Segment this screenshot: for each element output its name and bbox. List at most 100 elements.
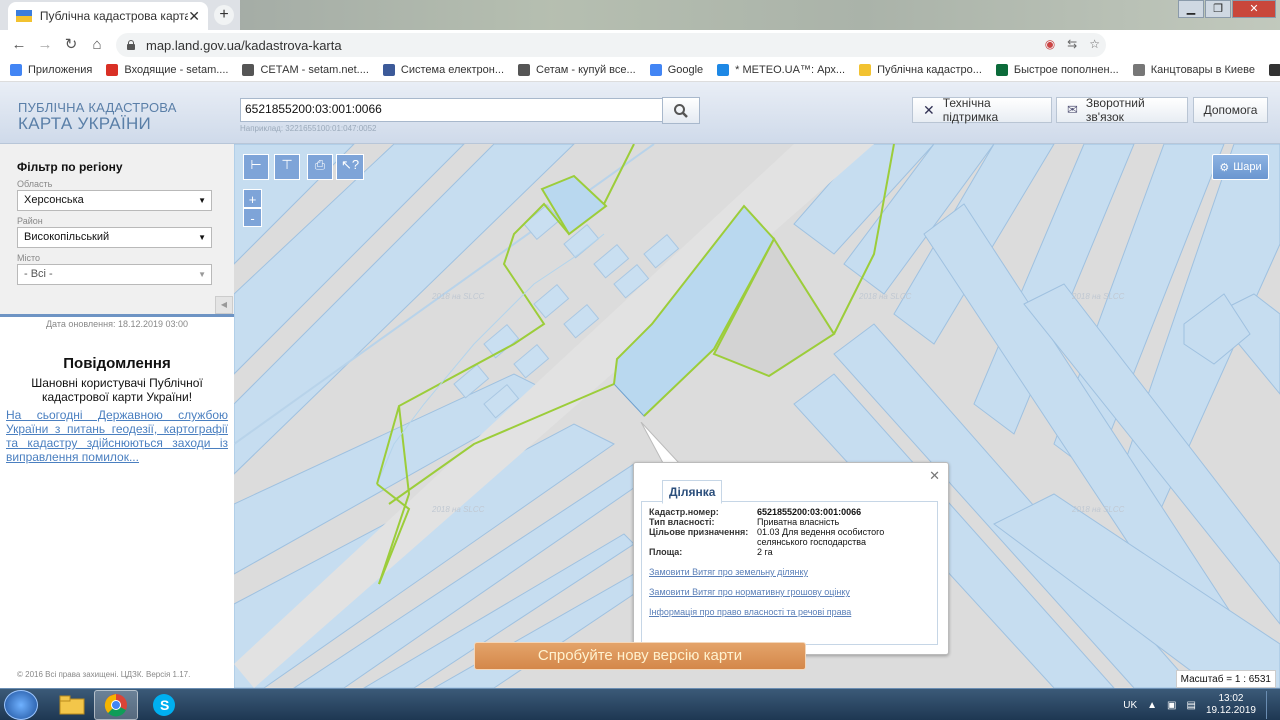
- maximize-button[interactable]: ❐: [1205, 0, 1231, 18]
- bookmark-item[interactable]: Google: [649, 63, 703, 76]
- bookmark-item[interactable]: СЕТАМ - setam.net....: [242, 63, 369, 76]
- chrome-icon[interactable]: [94, 690, 138, 720]
- start-button[interactable]: [4, 690, 38, 720]
- address-bar[interactable]: map.land.gov.ua/kadastrova-karta ◉ ⇆ ☆: [116, 33, 1106, 57]
- district-label: Район: [17, 216, 43, 226]
- tab-strip-background: [240, 0, 1280, 30]
- parcel-row-key: Цільове призначення:: [649, 527, 749, 537]
- parcel-popup: ✕ Ділянка Кадастр.номер: 6521855200:03:00…: [633, 462, 949, 655]
- bookmark-item[interactable]: Сетам - купуй все...: [518, 63, 636, 76]
- info-cursor-icon[interactable]: ↖?: [336, 154, 364, 180]
- ownership-info-link[interactable]: Інформація про право власності та речові…: [649, 607, 930, 617]
- zoom-in-button[interactable]: +: [243, 189, 262, 208]
- close-tab-icon[interactable]: ✕: [188, 8, 200, 25]
- parcel-row-key: Кадастр.номер:: [649, 507, 719, 517]
- browser-tab[interactable]: Публічна кадастрова карта Укр ✕: [8, 2, 208, 30]
- dropdown-arrow-icon: ▼: [198, 196, 206, 205]
- monitor-icon[interactable]: ▤: [1186, 700, 1195, 711]
- dropdown-arrow-icon: ▼: [198, 233, 206, 242]
- bookmark-label: Быстрое пополнен...: [1013, 63, 1119, 76]
- order-valuation-link[interactable]: Замовити Витяг про нормативну грошову оц…: [649, 587, 930, 597]
- cadastral-search-input[interactable]: 6521855200:03:001:0066: [240, 98, 664, 122]
- reload-icon[interactable]: ↻: [58, 35, 84, 53]
- notice-link[interactable]: На сьогодні Державною службою України з …: [6, 408, 228, 464]
- tab-title: Публічна кадастрова карта Укр: [39, 9, 189, 23]
- parcel-info: Кадастр.номер: 6521855200:03:001:0066 Тип …: [641, 501, 938, 645]
- apps-icon: [10, 63, 22, 76]
- window-close-button[interactable]: ✕: [1232, 0, 1276, 18]
- layers-button[interactable]: ⚙ Шари: [1212, 154, 1269, 180]
- region-label: Область: [17, 179, 53, 189]
- area-measure-icon[interactable]: ⊤: [274, 154, 300, 180]
- feedback-button[interactable]: ✉ Зворотний зв'язок: [1056, 96, 1188, 124]
- gear-icon: ⚙: [1219, 161, 1230, 174]
- back-icon[interactable]: ←: [6, 36, 32, 53]
- parcel-tab[interactable]: Ділянка: [662, 480, 723, 504]
- bookmark-item[interactable]: Публічна кадастро...: [859, 63, 982, 76]
- translate-icon[interactable]: ⇆: [1067, 37, 1077, 51]
- logo-line2: КАРТА УКРАЇНИ: [18, 114, 152, 133]
- globe-icon: [518, 63, 531, 76]
- explorer-icon[interactable]: [50, 690, 94, 720]
- bookmark-item[interactable]: * METEO.UA™: Арх...: [717, 63, 846, 76]
- shield-icon: [382, 63, 395, 76]
- help-button[interactable]: Допомога: [1193, 97, 1268, 123]
- parcel-row: Площа: 2 га: [649, 547, 930, 557]
- district-select[interactable]: Високопільський ▼: [17, 227, 212, 248]
- bookmark-item[interactable]: BM: [1269, 63, 1280, 76]
- time: 13:02: [1218, 693, 1244, 704]
- bookmark-item[interactable]: Канцтовары в Киеве: [1132, 63, 1255, 76]
- minimize-button[interactable]: ▁: [1178, 0, 1204, 18]
- bookmark-item[interactable]: Быстрое пополнен...: [995, 63, 1119, 76]
- bookmark-item[interactable]: Входящие - setam....: [106, 63, 228, 76]
- map-scale: Масштаб = 1 : 6531: [1175, 670, 1276, 688]
- url-text: map.land.gov.ua/kadastrova-karta: [146, 37, 342, 53]
- star-icon[interactable]: ☆: [1089, 37, 1100, 51]
- system-tray: UK ▲ ▣ ▤ 13:02 19.12.2019: [1123, 691, 1276, 719]
- search-hint: Наприклад: 3221655100:01:047:0052: [240, 124, 377, 133]
- home-icon[interactable]: ⌂: [84, 36, 110, 53]
- show-desktop-button[interactable]: [1266, 691, 1276, 719]
- tray-arrow-icon[interactable]: ▲: [1147, 700, 1157, 711]
- tools-icon: ✕: [923, 101, 935, 118]
- filter-title: Фільтр по регіону: [17, 160, 123, 174]
- order-extract-link[interactable]: Замовити Витяг про земельну ділянку: [649, 567, 930, 577]
- collapse-panel-button[interactable]: ◀: [215, 296, 233, 314]
- popup-pointer: [640, 422, 679, 464]
- bookmark-label: * METEO.UA™: Арх...: [735, 63, 846, 76]
- clock[interactable]: 13:02 19.12.2019: [1206, 693, 1256, 717]
- help-label: Допомога: [1203, 103, 1258, 117]
- dropdown-arrow-icon: ▼: [198, 270, 206, 279]
- new-version-button[interactable]: Спробуйте нову версію карти: [474, 642, 806, 670]
- city-select[interactable]: - Всі - ▼: [17, 264, 212, 285]
- network-icon[interactable]: ▣: [1167, 700, 1176, 711]
- zoom-out-button[interactable]: -: [243, 208, 262, 227]
- new-tab-button[interactable]: +: [214, 5, 234, 25]
- browser-toolbar: ← → ↻ ⌂ map.land.gov.ua/kadastrova-karta…: [0, 30, 1280, 81]
- district-value: Високопільський: [24, 231, 110, 243]
- o-icon: [995, 63, 1008, 76]
- close-popup-icon[interactable]: ✕: [929, 468, 940, 484]
- search-button[interactable]: [662, 97, 700, 124]
- update-date: Дата оновлення: 18.12.2019 03:00: [45, 319, 189, 329]
- support-button[interactable]: ✕ Технічна підтримка: [912, 96, 1052, 124]
- map-watermark: 2018 на SLCC: [1071, 292, 1125, 301]
- bookmark-item[interactable]: Система електрон...: [382, 63, 504, 76]
- region-value: Херсонська: [24, 194, 84, 206]
- bookmark-item[interactable]: Приложения: [10, 63, 93, 76]
- left-panel: Фільтр по регіону Область Херсонська ▼ Р…: [0, 144, 234, 688]
- map-watermark: 2018 на SLCC: [431, 292, 485, 301]
- ruler-icon[interactable]: ⊢: [243, 154, 269, 180]
- region-select[interactable]: Херсонська ▼: [17, 190, 212, 211]
- parcel-row-key: Площа:: [649, 547, 683, 557]
- cadastral-map[interactable]: 2018 на SLCC 2018 на SLCC 2018 на SLCC 2…: [234, 144, 1280, 688]
- forward-icon[interactable]: →: [32, 36, 58, 53]
- map-watermark: 2018 на SLCC: [858, 292, 912, 301]
- language-indicator[interactable]: UK: [1123, 700, 1137, 711]
- map-watermark: 2018 на SLCC: [431, 505, 485, 514]
- print-icon[interactable]: ⎙: [307, 154, 333, 180]
- camera-blocked-icon[interactable]: ◉: [1045, 37, 1055, 51]
- bookmark-label: Приложения: [28, 63, 93, 76]
- skype-icon[interactable]: S: [142, 690, 186, 720]
- notice-title: Повідомлення: [63, 355, 171, 372]
